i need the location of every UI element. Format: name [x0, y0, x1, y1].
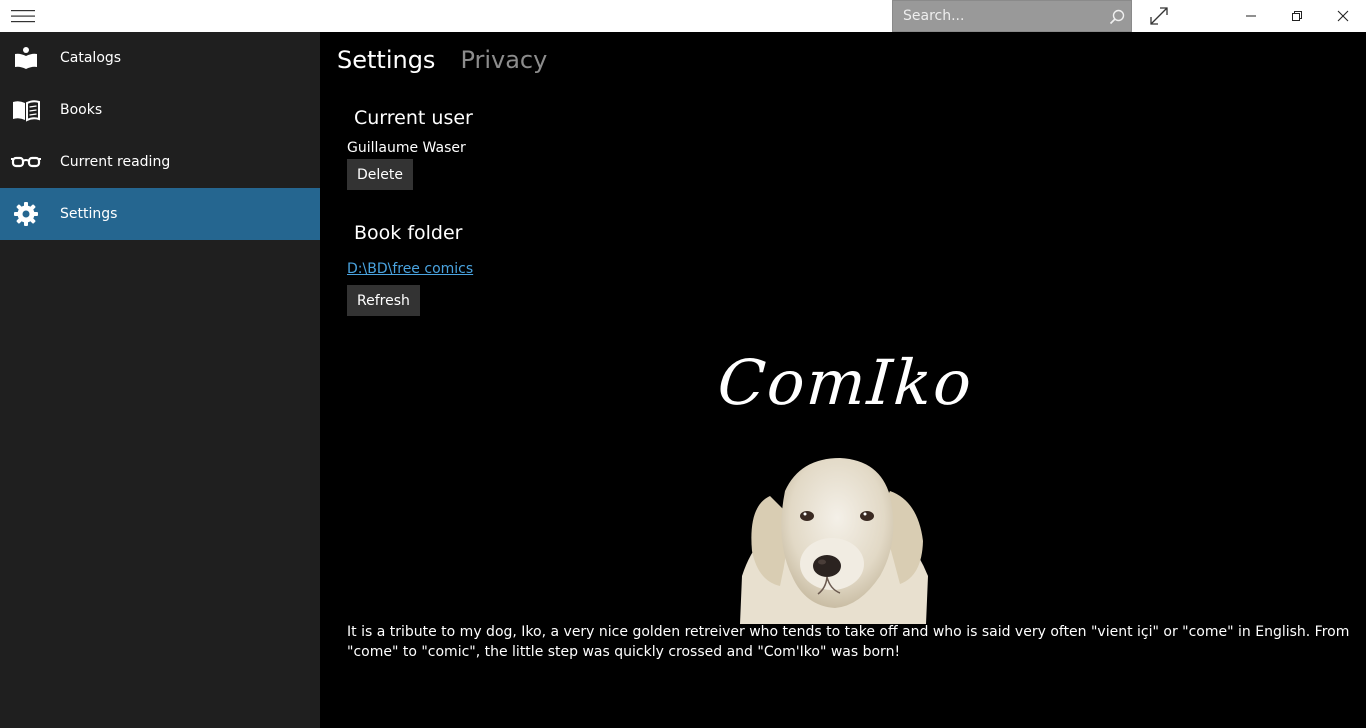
search-input[interactable] [893, 1, 1103, 31]
gear-icon [0, 188, 52, 240]
hamburger-menu-button[interactable] [0, 0, 46, 32]
sidebar-item-label: Current reading [60, 154, 171, 170]
sidebar-item-label: Catalogs [60, 50, 122, 66]
tab-privacy[interactable]: Privacy [460, 46, 547, 74]
pivot-tabs: Settings Privacy [337, 46, 547, 74]
sidebar-item-label: Settings [60, 206, 118, 222]
current-user-heading: Current user [354, 107, 473, 129]
app-logo-text: ComIko [715, 346, 976, 419]
sidebar: Catalogs Books Current reading Settings [0, 32, 320, 728]
title-bar [0, 0, 1366, 32]
sidebar-item-books[interactable]: Books [0, 84, 320, 136]
search-box[interactable] [892, 0, 1132, 32]
sidebar-item-label: Books [60, 102, 103, 118]
dog-photo [740, 458, 928, 624]
open-book-icon [0, 84, 52, 136]
sidebar-item-current-reading[interactable]: Current reading [0, 136, 320, 188]
expand-icon [1150, 7, 1168, 25]
search-icon[interactable] [1107, 7, 1127, 27]
restore-icon [1292, 11, 1302, 21]
refresh-button[interactable]: Refresh [347, 285, 420, 316]
restore-button[interactable] [1274, 0, 1320, 32]
tribute-text: It is a tribute to my dog, Iko, a very n… [347, 624, 1350, 660]
minimize-button[interactable] [1228, 0, 1274, 32]
user-name: Guillaume Waser [347, 140, 466, 156]
minimize-icon [1246, 15, 1256, 17]
book-folder-link[interactable]: D:\BD\free comics [347, 261, 473, 277]
close-button[interactable] [1320, 0, 1366, 32]
close-icon [1337, 10, 1349, 22]
glasses-icon [0, 136, 52, 188]
book-folder-heading: Book folder [354, 222, 463, 244]
fullscreen-button[interactable] [1136, 0, 1182, 32]
settings-page: Settings Privacy Current user Guillaume … [320, 32, 1366, 728]
catalog-icon [0, 32, 52, 84]
sidebar-item-catalogs[interactable]: Catalogs [0, 32, 320, 84]
sidebar-item-settings[interactable]: Settings [0, 188, 320, 240]
delete-user-button[interactable]: Delete [347, 159, 413, 190]
hamburger-icon [11, 10, 35, 23]
tab-settings[interactable]: Settings [337, 46, 435, 74]
